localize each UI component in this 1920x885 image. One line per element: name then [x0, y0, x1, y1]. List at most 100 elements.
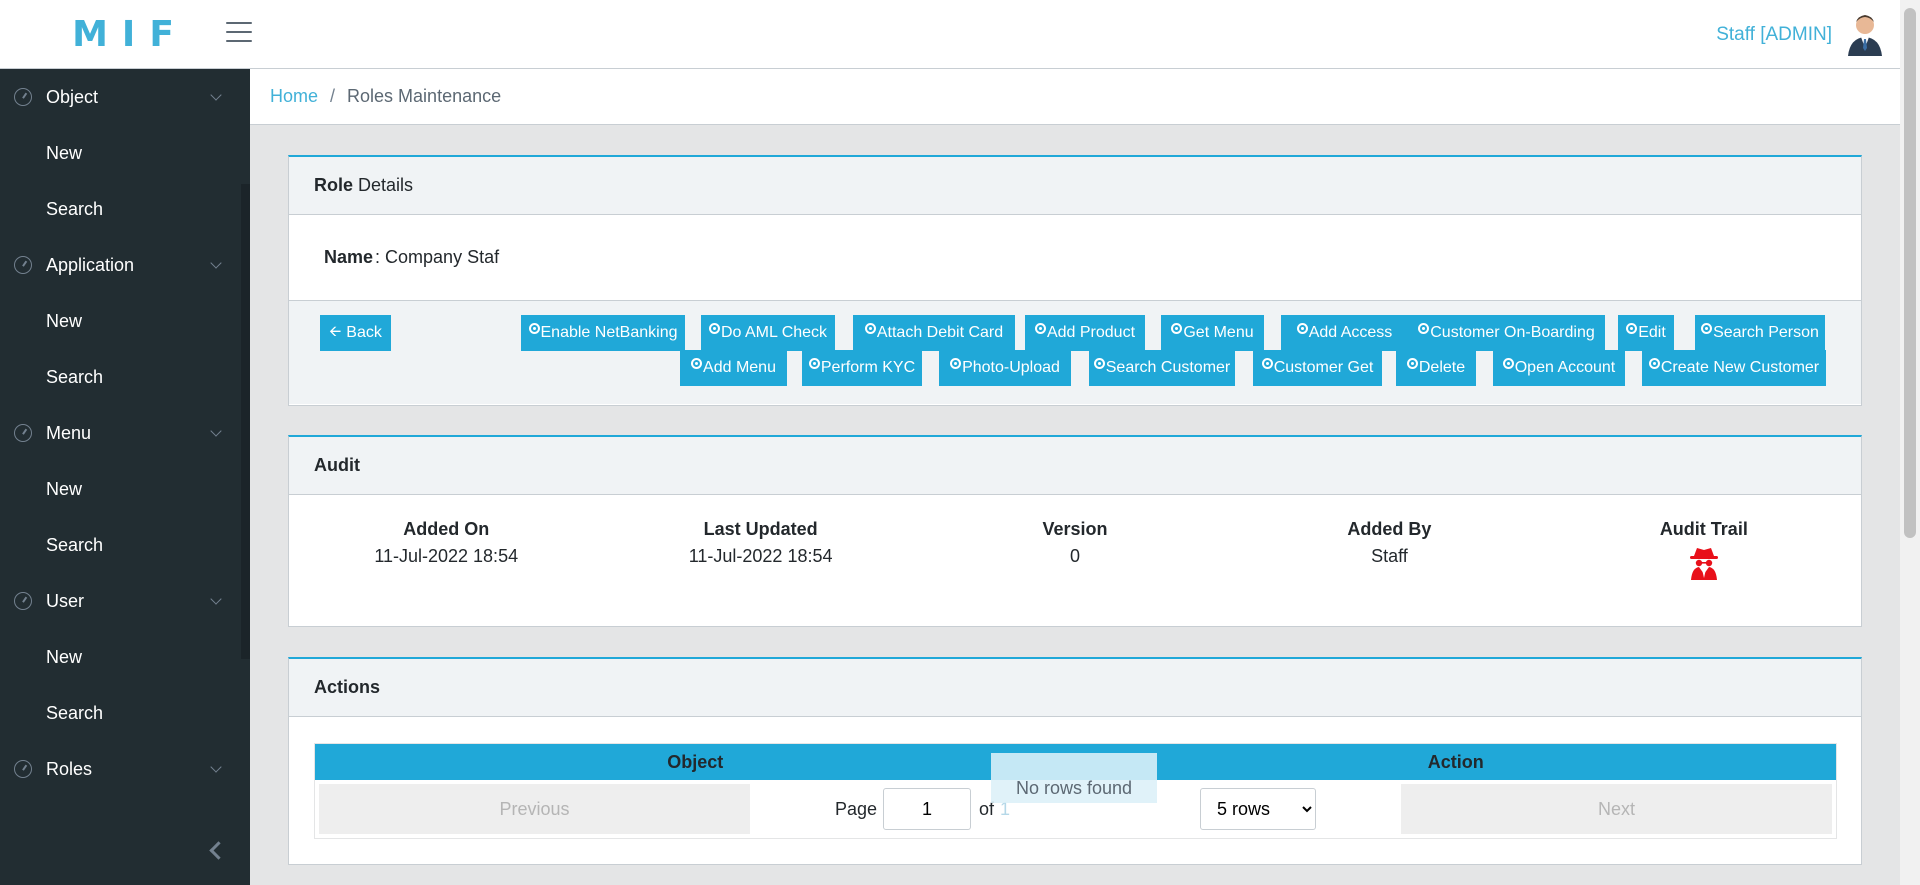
audit-value: 0 [1070, 546, 1081, 566]
action-get-menu-button[interactable]: Get Menu [1161, 315, 1264, 351]
audit-label: Audit Trail [1659, 519, 1748, 539]
top-header: MIF Staff [ADMIN] [0, 0, 1900, 69]
button-label: Do AML Check [720, 324, 828, 341]
sidebar-item-menu-new[interactable]: New [0, 461, 250, 517]
sidebar-group-label: Menu [46, 422, 92, 443]
button-label: Add Product [1046, 324, 1136, 341]
sidebar-group-roles[interactable]: Roles [0, 741, 250, 797]
dashboard-icon [14, 592, 32, 610]
circle-dot-icon [1502, 357, 1514, 369]
circle-dot-icon [950, 357, 962, 369]
circle-dot-icon [1648, 357, 1660, 369]
chevron-down-icon [210, 89, 222, 101]
dashboard-icon [14, 424, 32, 442]
role-name-value: : Company Staf [375, 247, 500, 267]
audit-last-updated: Last Updated 11-Jul-2022 18:54 [603, 519, 917, 585]
sidebar-group-label: Roles [46, 758, 93, 779]
action-edit-button[interactable]: Edit [1618, 315, 1674, 351]
circle-dot-icon [1296, 322, 1308, 334]
role-actions-bar: 🡨 Back Enable NetBanking Do AML Check Attac… [289, 301, 1861, 404]
card-header: Role Details [289, 157, 1861, 215]
arrow-left-icon: 🡨 [329, 322, 342, 340]
action-open-account-button[interactable]: Open Account [1493, 350, 1625, 386]
user-name[interactable]: Staff [ADMIN] [1716, 24, 1832, 46]
role-details-card: Role Details Name : Company Staf 🡨 Back E… [288, 155, 1862, 406]
action-attach-debit-card-button[interactable]: Attach Debit Card [853, 315, 1015, 351]
spy-icon[interactable] [1688, 546, 1720, 580]
chevron-down-icon [210, 425, 222, 437]
sidebar-group-application[interactable]: Application [0, 237, 250, 293]
card-title-bold: Role [314, 175, 354, 195]
action-add-access-button[interactable]: Add Access [1281, 315, 1408, 351]
sidebar-item-user-search[interactable]: Search [0, 685, 250, 741]
dashboard-icon [14, 760, 32, 778]
button-label: Perform KYC [820, 359, 916, 376]
action-add-menu-button[interactable]: Add Menu [680, 350, 787, 386]
page-scrollbar[interactable] [1900, 0, 1920, 885]
circle-dot-icon [1418, 322, 1430, 334]
action-photo-upload-button[interactable]: Photo-Upload [939, 350, 1071, 386]
action-customer-on-boarding-button[interactable]: Customer On-Boarding [1408, 315, 1605, 351]
button-label: Photo-Upload [962, 359, 1060, 376]
action-search-customer-button[interactable]: Search Customer [1089, 350, 1235, 386]
button-label: Edit [1638, 324, 1666, 341]
sidebar-item-application-new[interactable]: New [0, 293, 250, 349]
circle-dot-icon [528, 322, 540, 334]
next-button[interactable]: Next [1401, 784, 1832, 834]
action-perform-kyc-button[interactable]: Perform KYC [802, 350, 922, 386]
column-header-action[interactable]: Action [1076, 744, 1837, 780]
action-add-product-button[interactable]: Add Product [1025, 315, 1145, 351]
circle-dot-icon [1171, 322, 1183, 334]
dashboard-icon [14, 256, 32, 274]
breadcrumb-separator: / [330, 86, 336, 106]
sidebar-item-menu-search[interactable]: Search [0, 517, 250, 573]
card-title: Details [358, 175, 414, 195]
sidebar-group-user[interactable]: User [0, 573, 250, 629]
chevron-down-icon [210, 257, 222, 269]
button-label: Customer On-Boarding [1430, 324, 1595, 341]
sidebar-group-label: Object [46, 86, 99, 107]
audit-value: Staff [1371, 546, 1408, 566]
column-header-object[interactable]: Object [315, 744, 1076, 780]
audit-added-by: Added By Staff [1232, 519, 1546, 585]
sidebar-group-object[interactable]: Object [0, 69, 250, 125]
audit-version: Version 0 [918, 519, 1232, 585]
brand-logo[interactable]: MIF [0, 0, 250, 69]
circle-dot-icon [1701, 322, 1713, 334]
no-rows-message: No rows found [991, 753, 1157, 803]
button-label: Open Account [1514, 359, 1616, 376]
sidebar-item-application-search[interactable]: Search [0, 349, 250, 405]
audit-trail: Audit Trail [1547, 519, 1861, 585]
actions-card: Actions Object Action Previous Page of 1… [288, 657, 1862, 865]
audit-label: Version [1042, 519, 1108, 539]
card-title: Actions [314, 677, 381, 697]
sidebar-group-menu[interactable]: Menu [0, 405, 250, 461]
button-label: Search Person [1713, 324, 1819, 341]
sidebar-item-user-new[interactable]: New [0, 629, 250, 685]
scrollbar-thumb[interactable] [1904, 8, 1916, 538]
breadcrumb-home-link[interactable]: Home [270, 86, 318, 107]
action-search-person-button[interactable]: Search Person [1695, 315, 1825, 351]
circle-dot-icon [1406, 357, 1418, 369]
action-delete-button[interactable]: Delete [1396, 350, 1476, 386]
page-number-input[interactable] [883, 788, 971, 830]
sidebar-item-object-new[interactable]: New [0, 125, 250, 181]
action-customer-get-button[interactable]: Customer Get [1253, 350, 1382, 386]
action-do-aml-check-button[interactable]: Do AML Check [701, 315, 835, 351]
menu-toggle-icon[interactable] [226, 22, 252, 44]
audit-label: Last Updated [703, 519, 818, 539]
action-create-new-customer-button[interactable]: Create New Customer [1642, 350, 1826, 386]
avatar[interactable] [1842, 10, 1888, 56]
button-label: Search Customer [1105, 359, 1231, 376]
role-name-label: Name [324, 247, 374, 267]
action-enable-netbanking-button[interactable]: Enable NetBanking [521, 315, 685, 351]
previous-button[interactable]: Previous [319, 784, 750, 834]
rows-per-page-select[interactable]: 5 rows [1200, 788, 1317, 830]
circle-dot-icon [708, 322, 720, 334]
sidebar-minimize-icon[interactable] [208, 842, 224, 858]
chevron-down-icon [210, 593, 222, 605]
back-button[interactable]: 🡨 Back [320, 315, 391, 351]
audit-grid: Added On 11-Jul-2022 18:54 Last Updated … [289, 495, 1861, 585]
circle-dot-icon [691, 357, 703, 369]
sidebar-item-object-search[interactable]: Search [0, 181, 250, 237]
